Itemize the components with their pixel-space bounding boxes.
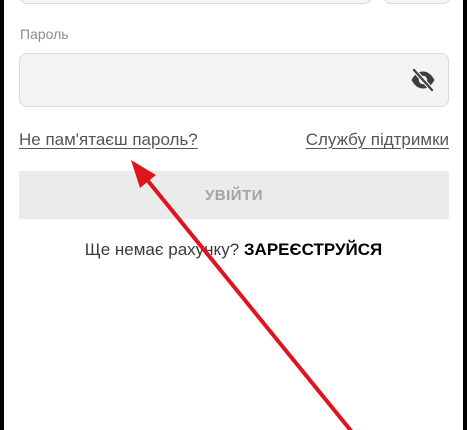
login-field[interactable]: [19, 0, 372, 4]
login-screen: Пароль Не пам'ятаєш пароль? Службу підтр…: [4, 0, 463, 430]
eye-off-icon[interactable]: [410, 68, 436, 92]
support-link[interactable]: Службу підтримки: [306, 130, 449, 150]
signup-row: Ще немає рахунку? ЗАРЕЄСТРУЙСЯ: [4, 240, 463, 260]
login-button[interactable]: УВІЙТИ: [19, 171, 449, 219]
password-label: Пароль: [20, 26, 69, 42]
password-field[interactable]: [19, 53, 449, 108]
links-row: Не пам'ятаєш пароль? Службу підтримки: [19, 130, 449, 152]
forgot-password-link[interactable]: Не пам'ятаєш пароль?: [19, 130, 198, 150]
password-input[interactable]: [32, 54, 406, 108]
signup-link[interactable]: ЗАРЕЄСТРУЙСЯ: [244, 240, 382, 259]
country-code-field[interactable]: [383, 0, 451, 4]
signup-prompt: Ще немає рахунку?: [84, 240, 240, 259]
